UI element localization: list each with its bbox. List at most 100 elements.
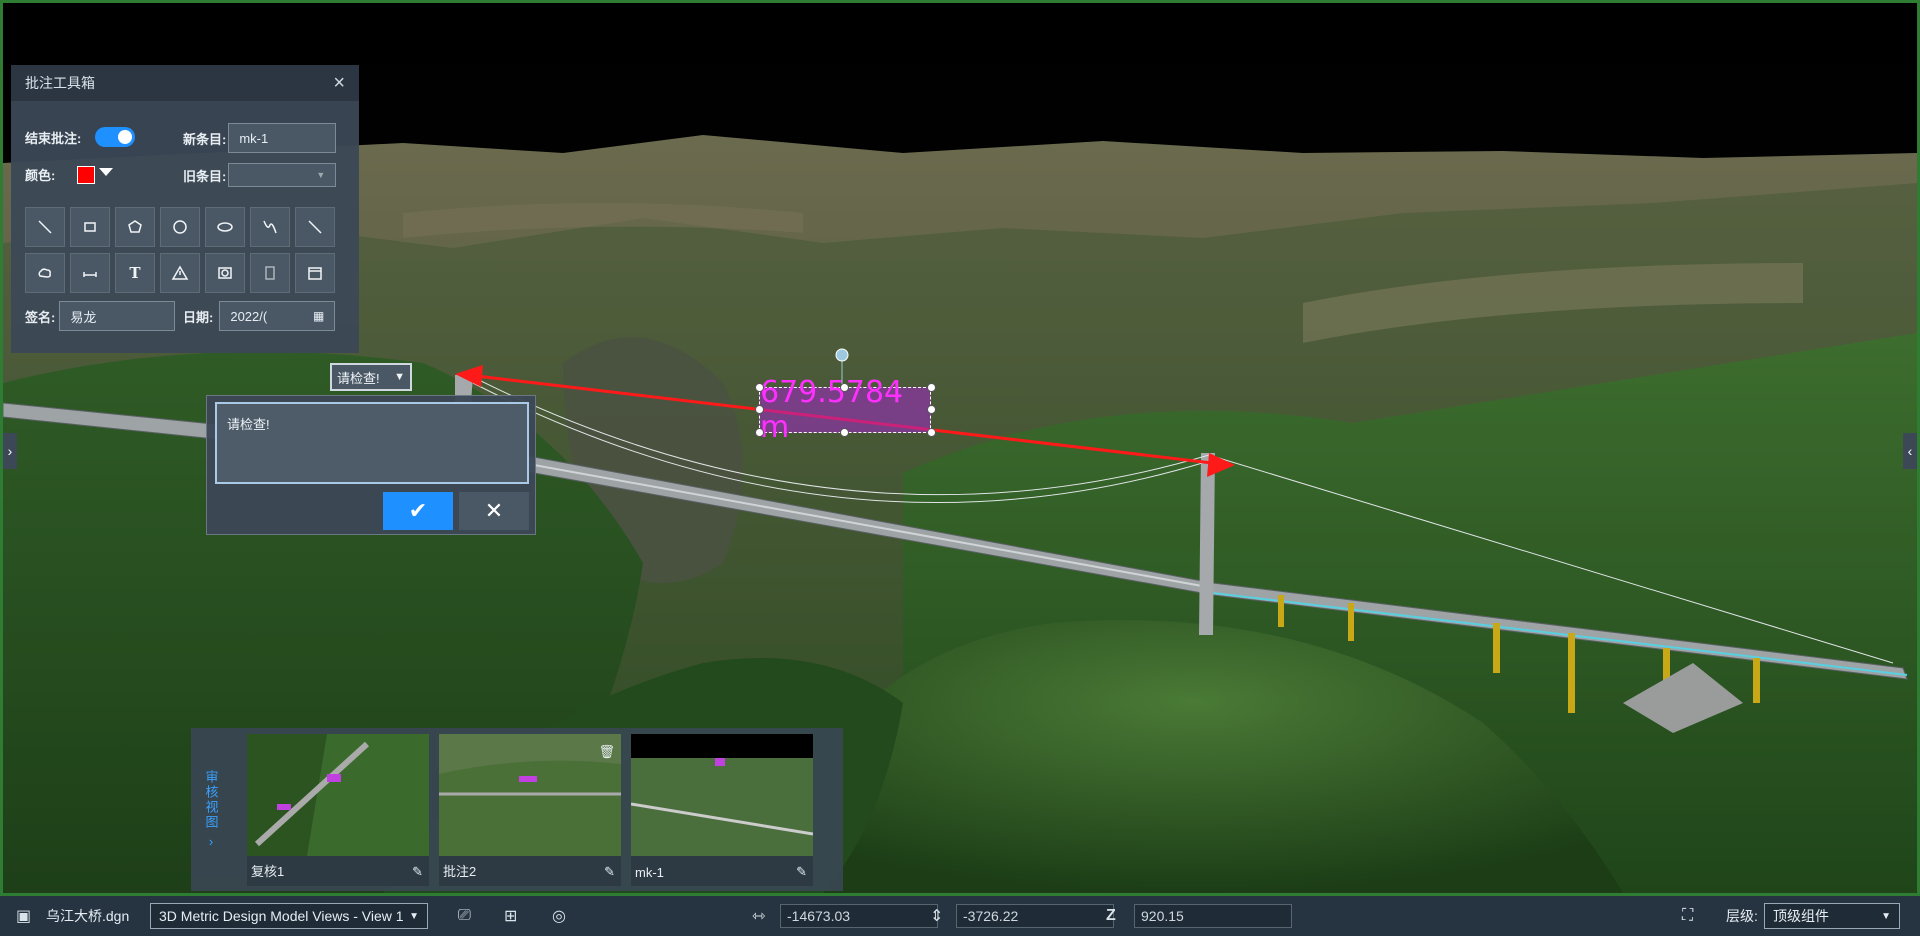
end-annotation-label: 结束批注: [25,130,82,146]
level-select[interactable]: 顶级组件 ▼ [1764,903,1900,929]
review-views-title: 审核视图 [203,770,219,830]
warning-icon[interactable] [160,253,200,293]
z-axis-icon: Z [1106,907,1116,924]
comment-select[interactable]: 请检查! ▼ [330,363,412,391]
tool-row-2: T [25,253,335,293]
old-item-select[interactable]: ▼ [228,163,337,187]
check-icon: ✔ [408,498,428,523]
chevron-down-icon: ▼ [394,371,405,383]
resize-handle[interactable] [927,383,936,392]
line-icon[interactable] [25,207,65,247]
text-tool-glyph: T [129,264,141,282]
y-axis-icon: ⇕ [930,908,944,925]
chevron-down-icon[interactable] [99,167,114,176]
signature-field[interactable]: 易龙 [59,301,176,331]
z-coordinate-field[interactable]: 920.15 [1134,904,1292,928]
date-row: 日期: 2022/( ▦ [183,301,336,331]
review-view-card[interactable]: mk-1 ✎ [631,734,813,886]
close-icon: ✕ [484,498,504,523]
status-bar: ▣ 乌江大桥.dgn 3D Metric Design Model Views … [0,896,1920,936]
y-coordinate-field[interactable]: -3726.22 [956,904,1114,928]
new-item-label: 新条目: [183,131,227,147]
view-thumbnail [439,734,621,856]
grid-view-icon[interactable]: ⊞ [504,896,517,936]
fit-view-icon[interactable]: ⛶ [1682,896,1693,936]
signature-row: 签名: 易龙 [25,301,176,331]
old-item-row: 旧条目: ▼ [183,163,337,187]
comment-select-value: 请检查! [337,370,380,386]
date-field[interactable]: 2022/( ▦ [219,301,336,331]
annotation-toolbox: 批注工具箱 × 结束批注: 新条目: mk-1 颜色: 旧条目: ▼ T 签名:… [11,65,359,353]
cloud-icon[interactable] [25,253,65,293]
left-panel-toggle[interactable]: › [3,433,17,469]
image-icon[interactable] [205,253,245,293]
view-settings-icon[interactable]: ⎚ [458,896,471,936]
cancel-button[interactable]: ✕ [459,492,529,530]
x-coordinate-field[interactable]: -14673.03 [780,904,938,928]
old-item-label: 旧条目: [183,168,227,184]
color-row: 颜色: [25,165,114,184]
signature-label: 签名: [25,309,56,325]
right-panel-toggle[interactable]: ‹ [1903,433,1917,469]
comment-popup: 请检查! ✔ ✕ [206,395,536,535]
x-axis-icon: ⇿ [752,908,766,925]
chevron-down-icon: ▼ [316,170,326,180]
chevron-down-icon: ▼ [1881,910,1891,922]
end-annotation-toggle[interactable] [95,127,136,147]
resize-handle[interactable] [755,405,764,414]
resize-handle[interactable] [755,383,764,392]
resize-handle[interactable] [840,383,849,392]
pentagon-icon[interactable] [115,207,155,247]
freehand-icon[interactable] [250,207,290,247]
edit-icon[interactable]: ✎ [604,864,615,880]
review-view-card[interactable]: 批注2 🗑 ✎ [439,734,621,886]
view-caption: 批注2 [443,864,477,879]
dimension-icon[interactable] [70,253,110,293]
chevron-right-icon: › [208,834,214,849]
view-thumbnail [247,734,429,856]
navigation-icon[interactable]: ◎ [552,896,566,936]
text-icon[interactable]: T [115,253,155,293]
ellipse-icon[interactable] [205,207,245,247]
circle-icon[interactable] [160,207,200,247]
date-value: 2022/( [230,308,268,324]
level-label: 层级: [1726,908,1758,924]
view-select[interactable]: 3D Metric Design Model Views - View 1 ▼ [150,903,428,929]
confirm-button[interactable]: ✔ [383,492,453,530]
color-swatch[interactable] [77,165,96,184]
comment-textarea[interactable]: 请检查! [215,402,529,484]
review-views-tab[interactable]: 审核视图 › [191,728,231,891]
file-icon: ▣ [16,908,32,925]
end-annotation-row: 结束批注: [25,127,136,147]
file-name: 乌江大桥.dgn [46,908,130,924]
3d-viewport[interactable]: 679.5784 m 请检查! ▼ 请检查! ✔ ✕ 批注工具箱 × 结束批注:… [0,0,1920,896]
chevron-right-icon: › [7,443,13,459]
view-select-value: 3D Metric Design Model Views - View 1 [159,908,404,924]
view-thumbnail [631,734,813,856]
arrow-line-icon[interactable] [295,207,335,247]
resize-handle[interactable] [927,405,936,414]
resize-handle[interactable] [840,428,849,437]
chevron-left-icon: ‹ [1907,443,1913,459]
level-select-value: 顶级组件 [1773,908,1829,924]
delete-icon[interactable]: 🗑 [598,744,615,760]
resize-handle[interactable] [927,428,936,437]
toolbox-title-bar[interactable]: 批注工具箱 × [11,65,359,101]
color-label: 颜色: [25,168,56,183]
resize-handle[interactable] [755,428,764,437]
tool-row-1 [25,207,335,247]
calendar-stamp-icon[interactable] [295,253,335,293]
chevron-down-icon: ▼ [409,910,419,922]
review-views-panel: 审核视图 › 复核1 ✎ 批注2 🗑 ✎ mk-1 ✎ [191,728,843,891]
new-item-field[interactable]: mk-1 [228,123,337,153]
rectangle-icon[interactable] [70,207,110,247]
date-label: 日期: [183,309,214,325]
stamp-icon[interactable] [250,253,290,293]
edit-icon[interactable]: ✎ [412,864,423,880]
measurement-label[interactable]: 679.5784 m [759,375,931,445]
edit-icon[interactable]: ✎ [796,864,807,880]
calendar-icon[interactable]: ▦ [313,309,324,323]
review-view-card[interactable]: 复核1 ✎ [247,734,429,886]
close-icon[interactable]: × [333,73,345,93]
new-item-row: 新条目: mk-1 [183,123,337,153]
